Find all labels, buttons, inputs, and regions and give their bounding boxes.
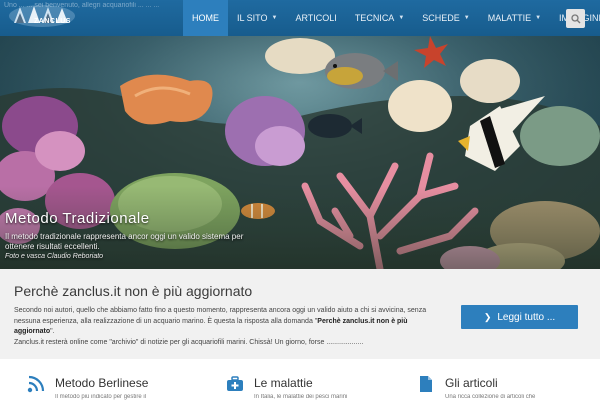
document-icon — [420, 376, 432, 392]
notice-text-end: ". — [50, 328, 55, 335]
caret-down-icon: ▼ — [271, 15, 278, 21]
nav-item-tecnica[interactable]: TECNICA ▼ — [346, 0, 413, 36]
feature-text: In Italia, le malattie dei pesci marini — [254, 394, 348, 400]
feature-le-malattie[interactable]: Le malattie In Italia, le malattie dei p… — [226, 375, 396, 400]
nav-label: ARTICOLI — [295, 13, 337, 23]
nav-item-malattie[interactable]: MALATTIE ▼ — [479, 0, 550, 36]
caret-down-icon: ▼ — [463, 15, 470, 21]
feature-title: Gli articoli — [445, 376, 498, 390]
nav-label: MALATTIE — [487, 13, 532, 23]
chevron-right-icon: ❯ — [483, 311, 492, 322]
notice-body: Secondo noi autori, quello che abbiamo f… — [14, 306, 444, 348]
hero-photo-credit: Foto e vasca Claudio Reboriato — [5, 253, 104, 260]
site-tagline: Uno ... ... sei benvenuto, allegri acqua… — [4, 2, 160, 9]
feature-title: Le malattie — [254, 376, 313, 390]
medical-kit-icon — [227, 376, 243, 391]
search-icon — [570, 13, 580, 23]
main-nav: HOME IL SITO ▼ ARTICOLI TECNICA ▼ SCHEDE ▼ … — [183, 0, 600, 36]
site-header: ZANCLUS Uno ... ... sei benvenuto, alleg… — [0, 0, 600, 36]
notice-title: Perchè zanclus.it non è più aggiornato — [14, 283, 253, 299]
hero-slider[interactable]: Metodo Tradizionale Il metodo tradiziona… — [0, 36, 600, 269]
rss-icon — [27, 375, 45, 393]
nav-item-home[interactable]: HOME — [183, 0, 228, 36]
feature-gli-articoli[interactable]: Gli articoli Una ricca collezione di art… — [417, 375, 597, 400]
read-more-label: Leggi tutto ... — [497, 311, 556, 323]
notice-section: Perchè zanclus.it non è più aggiornato S… — [0, 269, 600, 359]
hero-description: Il metodo tradizionale rappresenta ancor… — [5, 232, 244, 251]
feature-title: Metodo Berlinese — [55, 376, 149, 390]
read-more-button[interactable]: ❯ Leggi tutto ... — [461, 305, 578, 329]
search-button[interactable] — [566, 9, 585, 28]
features-row: Metodo Berlinese Il metodo più indicato … — [0, 359, 600, 400]
hero-title: Metodo Tradizionale — [5, 210, 150, 227]
nav-item-schede[interactable]: SCHEDE ▼ — [413, 0, 478, 36]
nav-label: HOME — [192, 13, 219, 23]
nav-label: TECNICA — [354, 13, 395, 23]
notice-archive-text: Zanclus.it resterà online come "archivio… — [14, 338, 364, 346]
caret-down-icon: ▼ — [398, 15, 405, 21]
feature-text: Una ricca collezione di articoli che — [445, 394, 536, 400]
caret-down-icon: ▼ — [535, 15, 542, 21]
nav-item-articoli[interactable]: ARTICOLI — [286, 0, 345, 36]
feature-text: Il metodo più indicato per gestire il — [55, 394, 147, 400]
nav-label: SCHEDE — [422, 13, 460, 23]
feature-metodo-berlinese[interactable]: Metodo Berlinese Il metodo più indicato … — [27, 375, 197, 400]
nav-label: IL SITO — [237, 13, 268, 23]
logo-text: ZANCLUS — [34, 18, 71, 25]
nav-item-il-sito[interactable]: IL SITO ▼ — [228, 0, 286, 36]
